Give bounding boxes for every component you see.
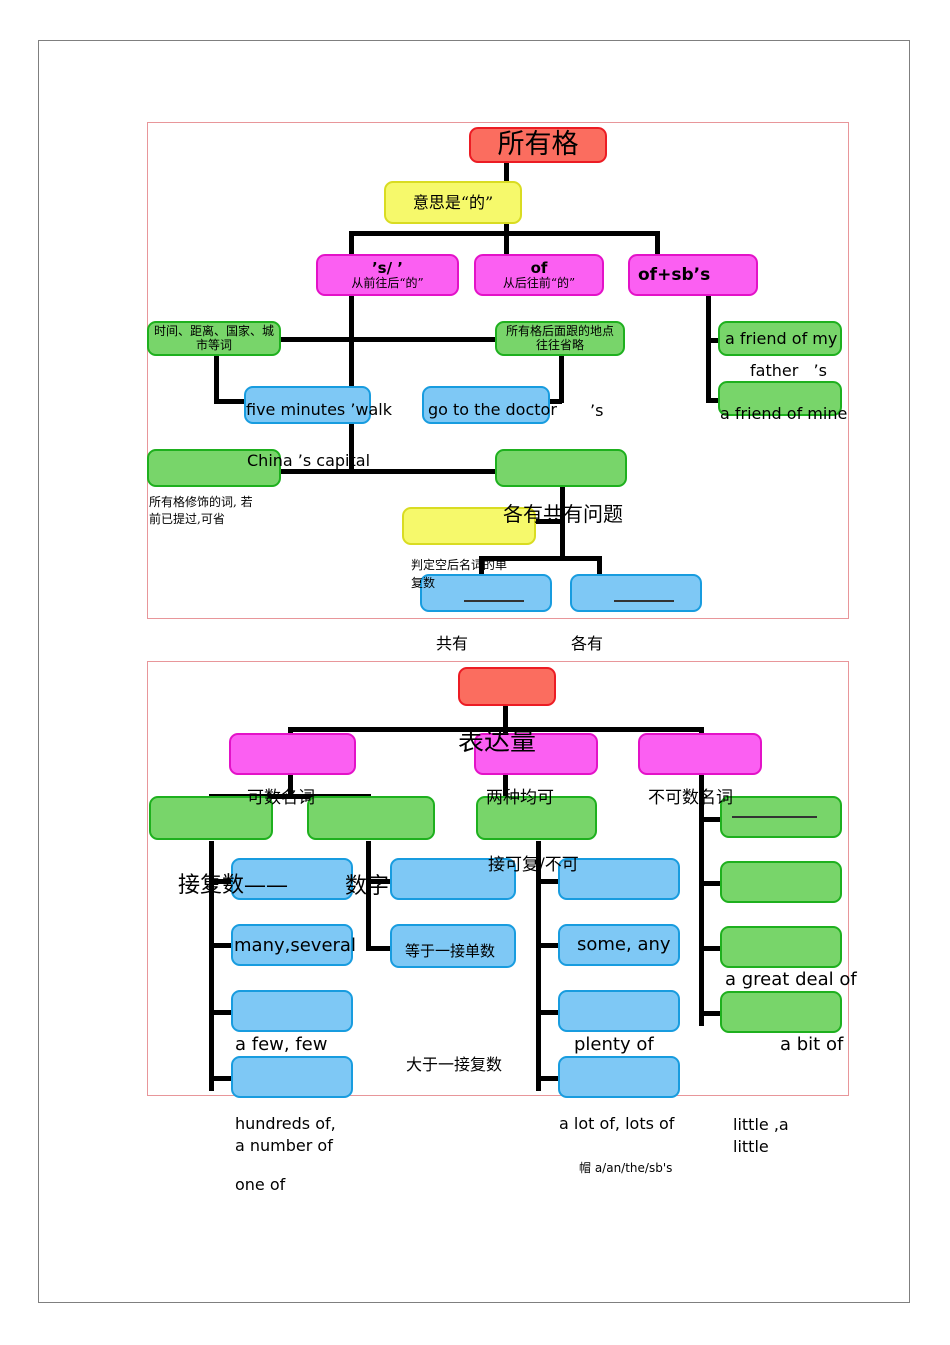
node-col4-item-1[interactable] [720, 861, 842, 903]
label-a-lot-of: a lot of, lots of [559, 1114, 675, 1133]
label-five-minutes-walk: five minutes ’walk [246, 400, 393, 419]
label-equal-one-singular: 等于一接单数 [405, 942, 496, 960]
connector-branch-bar [349, 231, 659, 236]
node-label: of [530, 258, 548, 277]
node-col3-item-4[interactable] [558, 1056, 680, 1098]
node-label: ’s/ ’ [371, 258, 404, 277]
node-label: of+sb’s [638, 264, 711, 285]
label-go-to-the-doctor: go to the doctor [428, 400, 557, 419]
connector-ofsb-vertical [706, 296, 711, 401]
node-branch-apostrophe-s[interactable]: ’s/ ’ 从前往后“的” [316, 254, 459, 296]
label-little-a-little: little ,a little [733, 1115, 789, 1156]
node-geyou-blank[interactable] [570, 574, 702, 612]
node-meaning-de[interactable]: 意思是“的” [384, 181, 522, 224]
label-a-bit-of: a bit of [780, 1034, 844, 1055]
label-geyou-gongyou-title: 各有共有问题 [503, 502, 623, 526]
node-countable-noun[interactable] [229, 733, 356, 775]
node-label: 意思是“的” [412, 192, 494, 212]
node-possessive-root[interactable]: 所有格 [469, 127, 607, 163]
label-both-countable-uncountable: 接可复/不可 [488, 855, 579, 875]
node-uncountable-first[interactable] [720, 796, 842, 838]
node-sublabel: 从后往前“的” [502, 275, 576, 290]
connector-s-to-mid-green2 [349, 469, 497, 474]
connector-s-vertical [349, 296, 354, 471]
connector-greenmid-drop [559, 353, 564, 403]
node-place-after-possessive-omitted[interactable]: 所有格后面跟的地点往往省略 [495, 321, 625, 356]
label-gongyou: 共有 [436, 634, 469, 653]
node-col3-item-3[interactable] [558, 990, 680, 1032]
label-a-great-deal-of: a great deal of [725, 969, 857, 990]
label-uncountable-noun: 不可数名词 [648, 788, 733, 808]
label-article-note: 帽 a/an/the/sb's [579, 1161, 673, 1175]
label-hundreds-of: hundreds of, a number of [235, 1114, 336, 1155]
node-label: 时间、距离、国家、城市等词 [153, 324, 274, 352]
label-plural-follow: 接复数—— [178, 873, 289, 898]
blank-underline [464, 600, 524, 602]
node-col4-item-2[interactable] [720, 926, 842, 968]
blank-underline [614, 600, 674, 602]
node-col1-item-3[interactable] [231, 990, 353, 1032]
label-both-ok: 两种均可 [486, 788, 554, 808]
label-fathers: father ’s [750, 361, 827, 380]
connector-s-to-mid-green [349, 337, 497, 342]
label-some-any: some, any [577, 934, 671, 955]
label-one-of: one of [235, 1175, 286, 1194]
node-col1-item-4[interactable] [231, 1056, 353, 1098]
connector-greenleft-drop [214, 353, 219, 403]
blank-underline [732, 816, 817, 818]
node-label: 所有格 [497, 128, 579, 160]
page-sheet: 所有格 意思是“的” ’s/ ’ 从前往后“的” of 从后往前“的” of+s… [38, 40, 910, 1303]
label-quantity-root: 表达量 [458, 727, 537, 757]
node-col4-item-3[interactable] [720, 991, 842, 1033]
label-more-than-one-plural: 大于一接复数 [406, 1055, 503, 1074]
node-sublabel: 从前往后“的” [351, 275, 424, 290]
node-quantity-root[interactable] [458, 667, 556, 706]
connector-s-to-left-green [272, 337, 352, 342]
node-geyou-gongyou[interactable] [495, 449, 627, 487]
connector2-col4-spine [699, 796, 704, 1026]
node-numbers[interactable] [307, 796, 435, 840]
note-possessive-omission: 所有格修饰的词, 若 前已提过,可省 [149, 495, 253, 527]
node-branch-of-sb-s[interactable]: of+sb’s [628, 254, 758, 296]
node-branch-of[interactable]: of 从后往前“的” [474, 254, 604, 296]
label-apostrophe-s: ’s [590, 401, 604, 420]
label-china-capital: China ’s capital [247, 451, 371, 470]
node-label: 所有格后面跟的地点往往省略 [505, 324, 614, 352]
label-plenty-of: plenty of [574, 1034, 654, 1055]
label-a-few-few: a few, few [235, 1034, 328, 1055]
label-judge-singular-plural: 判定空后名词的单 复数 [411, 558, 508, 590]
label-a-friend-of-my: a friend of my [725, 329, 838, 348]
label-numbers: 数字 [345, 874, 390, 899]
label-geyou: 各有 [571, 634, 604, 653]
label-countable-noun: 可数名词 [247, 788, 315, 808]
node-uncountable-noun[interactable] [638, 733, 762, 775]
label-many-several: many,several [234, 935, 356, 956]
label-a-friend-of-mine: a friend of mine [720, 404, 848, 423]
node-time-distance-country-city[interactable]: 时间、距离、国家、城市等词 [147, 321, 281, 356]
